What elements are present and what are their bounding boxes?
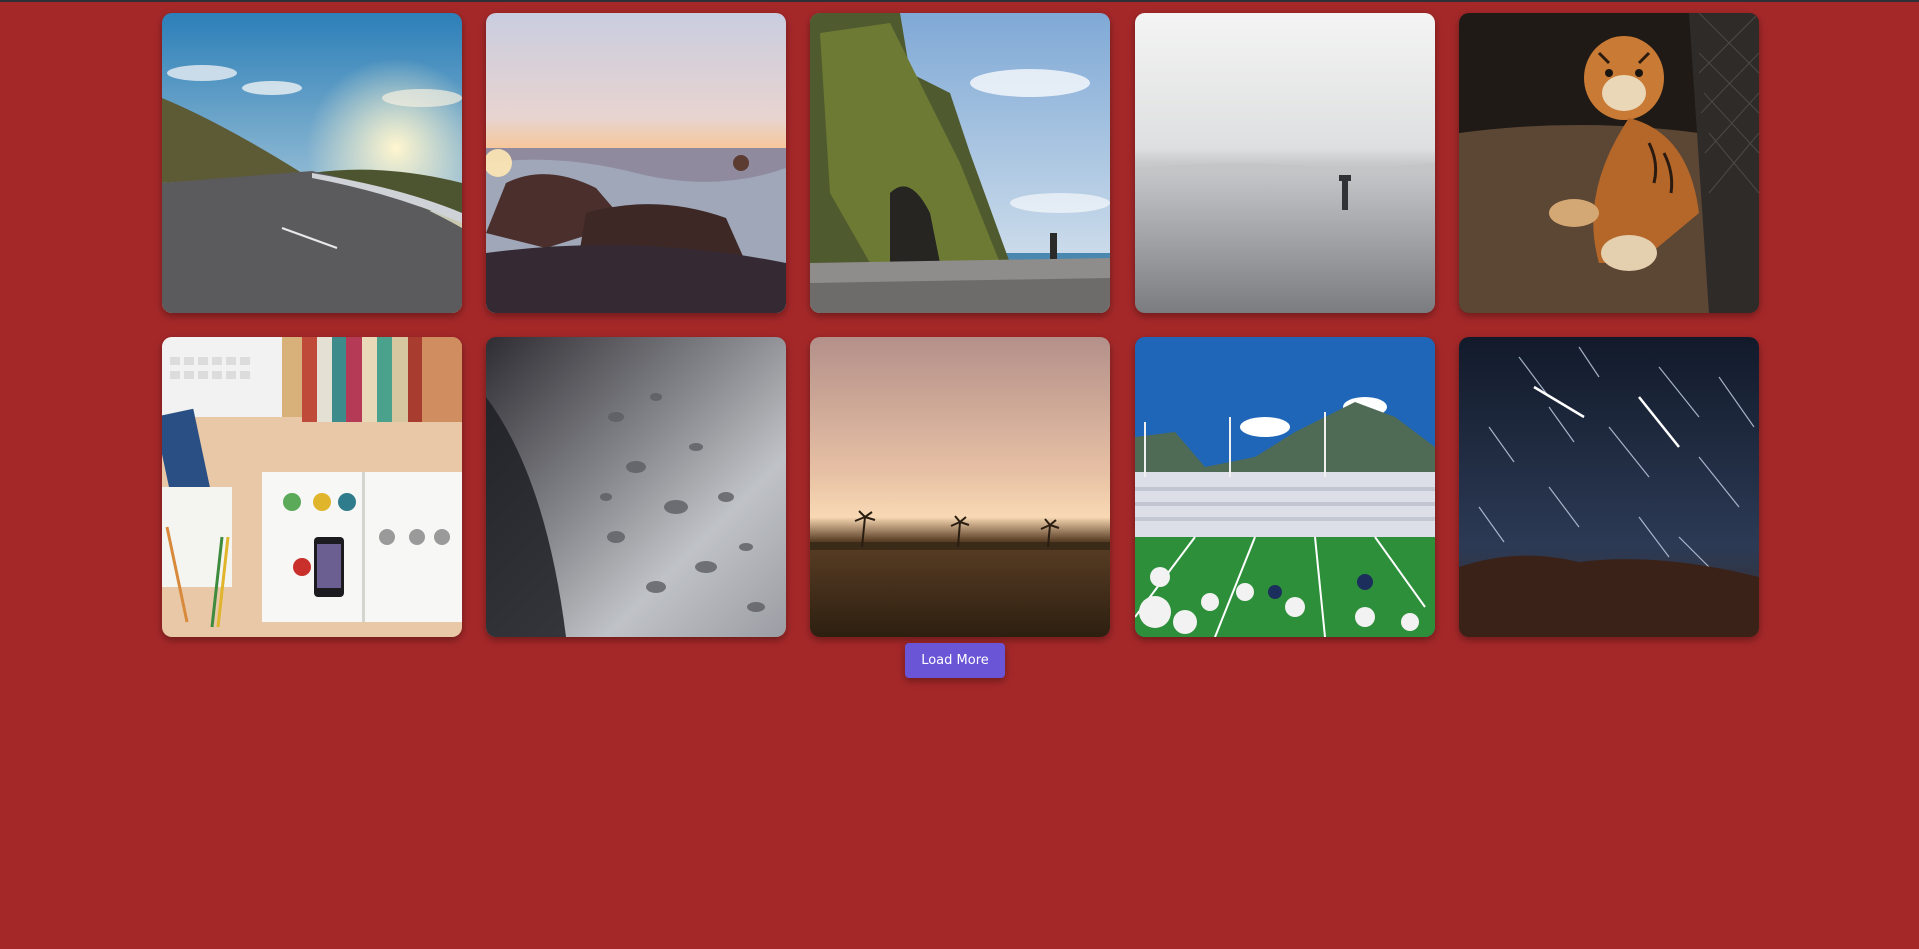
gallery-image-star-trails[interactable]: [1458, 337, 1759, 637]
load-more-button[interactable]: Load More: [905, 643, 1005, 678]
desert-palms-image: [810, 337, 1111, 637]
image-gallery: [162, 13, 1759, 637]
desk-image: [162, 337, 462, 637]
gallery-image-stadium[interactable]: [1134, 337, 1435, 637]
gallery-image-droplets[interactable]: [486, 337, 787, 637]
gallery-image-desert-palms[interactable]: [810, 337, 1111, 637]
calm-sea-image: [1134, 13, 1435, 313]
gallery-image-tiger[interactable]: [1458, 13, 1759, 313]
tiger-image: [1458, 13, 1759, 313]
mountain-road-image: [162, 13, 462, 313]
gallery-image-mountain-road[interactable]: [162, 13, 462, 313]
gallery-image-sea-cliff[interactable]: [810, 13, 1111, 313]
sea-cliff-image: [810, 13, 1111, 313]
gallery-image-ocean-rocks[interactable]: [486, 13, 787, 313]
stadium-image: [1134, 337, 1435, 637]
droplets-image: [486, 337, 787, 637]
gallery-image-calm-sea[interactable]: [1134, 13, 1435, 313]
top-strip: [0, 0, 1919, 2]
gallery-image-desk[interactable]: [162, 337, 462, 637]
star-trails-image: [1458, 337, 1759, 637]
ocean-rocks-image: [486, 13, 787, 313]
